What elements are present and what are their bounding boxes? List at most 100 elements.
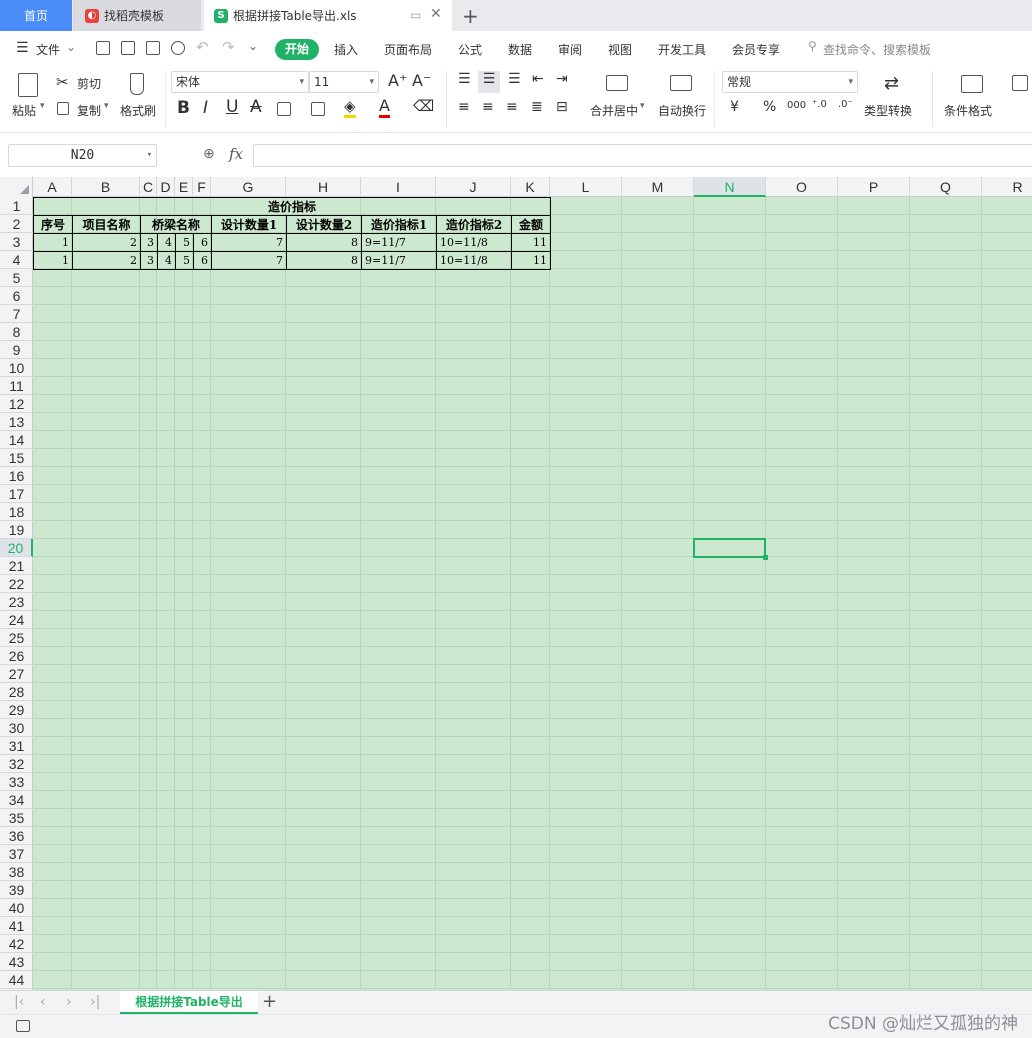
table-cell[interactable]: 1	[33, 233, 73, 252]
macro-icon[interactable]	[16, 1020, 30, 1032]
row-header[interactable]: 35	[0, 809, 33, 827]
column-header-G[interactable]: G	[211, 177, 286, 197]
table-header-cell[interactable]: 造价指标1	[361, 215, 437, 234]
zoom-icon[interactable]: ⊕	[203, 146, 215, 162]
menu-view[interactable]: 视图	[608, 41, 632, 58]
justify-icon[interactable]: ≣	[531, 99, 543, 115]
row-header[interactable]: 30	[0, 719, 33, 737]
tab-document[interactable]: S 根据拼接Table导出.xls ▭ ✕	[204, 0, 452, 31]
print-icon[interactable]	[146, 41, 160, 55]
table-cell[interactable]: 3	[140, 233, 158, 252]
active-cell-selection[interactable]	[693, 538, 768, 560]
chevron-down-icon[interactable]: ▾	[40, 101, 45, 111]
add-sheet-button[interactable]: +	[262, 991, 277, 1012]
row-header[interactable]: 23	[0, 593, 33, 611]
table-cell[interactable]: 5	[175, 233, 194, 252]
row-header[interactable]: 15	[0, 449, 33, 467]
table-header-cell[interactable]: 金额	[511, 215, 551, 234]
table-cell[interactable]: 5	[175, 251, 194, 270]
decrease-indent-icon[interactable]: ⇤	[532, 71, 544, 87]
table-cell[interactable]: 4	[157, 233, 176, 252]
percent-icon[interactable]: %	[763, 99, 776, 115]
table-cell[interactable]: 4	[157, 251, 176, 270]
increase-decimal-icon[interactable]: ⁺.0	[812, 99, 827, 110]
font-color-icon[interactable]: A	[379, 96, 390, 118]
menu-insert[interactable]: 插入	[334, 41, 358, 58]
row-header[interactable]: 14	[0, 431, 33, 449]
menu-member[interactable]: 会员专享	[732, 41, 780, 58]
table-cell[interactable]: 1	[33, 251, 73, 270]
table-cell[interactable]: 8	[286, 251, 362, 270]
table-cell[interactable]: 10=11/8	[436, 233, 512, 252]
row-header[interactable]: 1	[0, 197, 33, 215]
column-header-E[interactable]: E	[175, 177, 193, 197]
next-sheet-icon[interactable]: ›	[66, 994, 72, 1010]
align-right-icon[interactable]: ≡	[506, 99, 518, 115]
column-header-O[interactable]: O	[766, 177, 838, 197]
row-header[interactable]: 26	[0, 647, 33, 665]
table-header-cell[interactable]: 设计数量1	[211, 215, 287, 234]
column-header-A[interactable]: A	[33, 177, 72, 197]
bold-icon[interactable]: B	[177, 98, 190, 118]
row-header[interactable]: 10	[0, 359, 33, 377]
select-all-corner[interactable]	[0, 177, 33, 197]
row-header[interactable]: 20	[0, 539, 33, 557]
row-header[interactable]: 25	[0, 629, 33, 647]
row-header[interactable]: 16	[0, 467, 33, 485]
cell-style-icon[interactable]	[311, 102, 325, 116]
align-bottom-icon[interactable]: ☰	[508, 71, 521, 87]
column-header-B[interactable]: B	[72, 177, 140, 197]
menu-page-layout[interactable]: 页面布局	[384, 41, 432, 58]
menu-review[interactable]: 审阅	[558, 41, 582, 58]
copy-button[interactable]: 复制	[77, 102, 101, 119]
menu-developer[interactable]: 开发工具	[658, 41, 706, 58]
sheet-tab-active[interactable]: 根据拼接Table导出	[120, 991, 258, 1014]
table-cell[interactable]: 2	[72, 233, 141, 252]
table-header-cell[interactable]: 设计数量2	[286, 215, 362, 234]
align-left-icon[interactable]: ≡	[458, 99, 470, 115]
row-header[interactable]: 38	[0, 863, 33, 881]
table-cell[interactable]: 6	[193, 251, 212, 270]
row-header[interactable]: 11	[0, 377, 33, 395]
spreadsheet-grid[interactable]: 造价指标 序号 项目名称 桥梁名称 设计数量1 设计数量2 造价指标1 造价指标2 金额 1 2 3 4…	[0, 177, 1032, 990]
row-header[interactable]: 13	[0, 413, 33, 431]
increase-indent-icon[interactable]: ⇥	[556, 71, 568, 87]
font-size-select[interactable]: 11	[309, 71, 379, 93]
strikethrough-icon[interactable]: A	[250, 97, 262, 117]
table-cell[interactable]: 7	[211, 233, 287, 252]
row-header[interactable]: 18	[0, 503, 33, 521]
command-search[interactable]: 查找命令、搜索模板	[823, 41, 931, 58]
column-header-I[interactable]: I	[361, 177, 436, 197]
table-header-cell[interactable]: 序号	[33, 215, 73, 234]
row-header[interactable]: 29	[0, 701, 33, 719]
number-format-select[interactable]: 常规	[722, 71, 858, 93]
undo-icon[interactable]: ↶	[196, 38, 209, 56]
wrap-text-button[interactable]: 自动换行	[658, 102, 706, 119]
prev-sheet-icon[interactable]: ‹	[40, 994, 46, 1010]
align-top-icon[interactable]: ☰	[458, 71, 471, 87]
table-cell[interactable]: 3	[140, 251, 158, 270]
row-header[interactable]: 21	[0, 557, 33, 575]
fill-color-icon[interactable]: ◈	[344, 97, 356, 118]
table-cell[interactable]: 2	[72, 251, 141, 270]
row-header[interactable]: 33	[0, 773, 33, 791]
row-header[interactable]: 42	[0, 935, 33, 953]
thousands-icon[interactable]: 000	[787, 100, 806, 111]
row-header[interactable]: 9	[0, 341, 33, 359]
column-header-F[interactable]: F	[193, 177, 211, 197]
column-header-C[interactable]: C	[140, 177, 157, 197]
table-header-cell[interactable]: 造价指标2	[436, 215, 512, 234]
table-cell[interactable]: 9=11/7	[361, 251, 437, 270]
align-center-icon[interactable]: ≡	[482, 99, 494, 115]
italic-icon[interactable]: I	[203, 98, 208, 118]
paste-button[interactable]: 粘贴	[12, 102, 36, 119]
row-header[interactable]: 2	[0, 215, 33, 233]
row-header[interactable]: 34	[0, 791, 33, 809]
menu-formula[interactable]: 公式	[458, 41, 482, 58]
table-cell[interactable]: 11	[511, 251, 551, 270]
row-header[interactable]: 4	[0, 251, 33, 269]
increase-font-icon[interactable]: A⁺	[388, 71, 407, 90]
row-header[interactable]: 8	[0, 323, 33, 341]
menu-data[interactable]: 数据	[508, 41, 532, 58]
cut-button[interactable]: 剪切	[77, 75, 101, 92]
